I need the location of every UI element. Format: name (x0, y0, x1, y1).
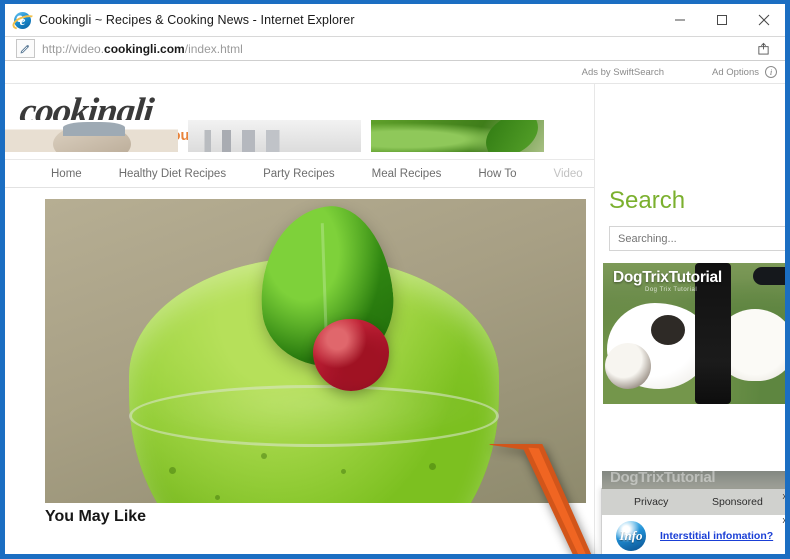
window-controls (659, 4, 785, 36)
nav-item-how-to[interactable]: How To (478, 168, 516, 180)
ads-by-label: Ads by SwiftSearch (581, 66, 664, 78)
sponsored-label: Sponsored (712, 496, 763, 508)
you-may-like-thumbnails (5, 120, 546, 152)
interstitial-header-row: Privacy Sponsored (602, 489, 785, 515)
thumbnail-green-plants[interactable] (371, 120, 544, 152)
address-bar-url[interactable]: http://video.cookingli.com/index.html (42, 42, 243, 56)
nav-item-meal-recipes[interactable]: Meal Recipes (372, 168, 442, 180)
interstitial-information-link[interactable]: Interstitial infomation? (660, 530, 773, 542)
info-badge-icon: Info (616, 520, 646, 551)
browser-window-inner: Cookingli ~ Recipes & Cooking News - Int… (5, 4, 785, 554)
share-icon[interactable] (753, 39, 773, 59)
privacy-link[interactable]: Privacy (634, 496, 668, 508)
title-bar: Cookingli ~ Recipes & Cooking News - Int… (5, 4, 785, 36)
interstitial-ghost-title: DogTrixTutorial (610, 471, 716, 486)
you-may-like-title: You May Like (45, 508, 147, 525)
url-domain: cookingli.com (104, 41, 185, 56)
internet-explorer-icon (14, 11, 31, 29)
url-protocol: http://video. (42, 41, 105, 56)
dog-head-image (605, 343, 651, 389)
glass-rim (129, 385, 499, 447)
dog-patch (651, 315, 685, 345)
person-shoe-image (753, 267, 785, 285)
ads-strip: Ads by SwiftSearch Ad Options i (5, 61, 785, 84)
video-ad-subtitle: Dog Trix Tutorial (645, 287, 698, 293)
minimize-button[interactable] (659, 4, 701, 36)
video-ad-title: DogTrixTutorial (613, 269, 722, 286)
edit-page-icon (16, 39, 35, 58)
browser-window: Cookingli ~ Recipes & Cooking News - Int… (0, 0, 790, 559)
nav-item-home[interactable]: Home (51, 168, 82, 180)
you-may-like-section: You May Like (45, 508, 586, 526)
interstitial-top-band: DogTrixTutorial (602, 471, 785, 489)
close-icon-bottom[interactable]: x (783, 516, 786, 525)
thumbnail-city-skyline[interactable] (188, 120, 361, 152)
info-icon[interactable]: i (765, 66, 777, 78)
nav-item-healthy-diet-recipes[interactable]: Healthy Diet Recipes (119, 168, 226, 180)
info-badge-label: Info (619, 527, 643, 543)
interstitial-body-row: Info Interstitial infomation? (602, 515, 785, 554)
search-heading: Search (609, 187, 686, 214)
interstitial-ad-overlay[interactable]: DogTrixTutorial Privacy Sponsored Info I… (601, 471, 786, 554)
window-title: Cookingli ~ Recipes & Cooking News - Int… (39, 13, 355, 27)
ad-options-link[interactable]: Ad Options (712, 67, 759, 78)
search-input[interactable] (609, 226, 785, 251)
video-player[interactable] (45, 199, 586, 503)
address-bar[interactable]: http://video.cookingli.com/index.html (5, 36, 785, 61)
close-button[interactable] (743, 4, 785, 36)
nav-item-party-recipes[interactable]: Party Recipes (263, 168, 335, 180)
nav-item-video[interactable]: Video (553, 168, 582, 180)
url-path: /index.html (184, 41, 243, 56)
sidebar-video-ad[interactable]: DogTrixTutorial Dog Trix Tutorial (603, 263, 785, 404)
thumbnail-person[interactable] (5, 120, 178, 152)
close-icon-top[interactable]: x (783, 492, 786, 501)
maximize-button[interactable] (701, 4, 743, 36)
